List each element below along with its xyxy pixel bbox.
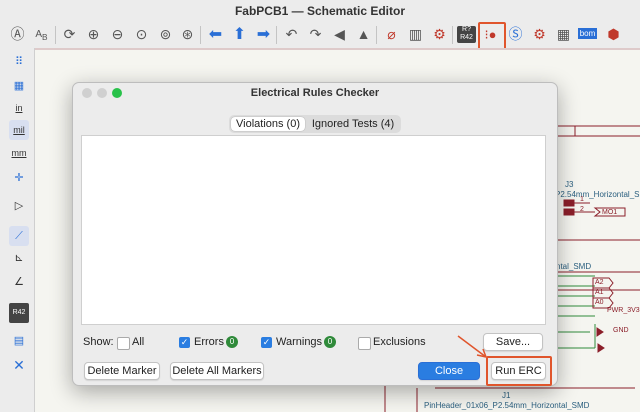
all-checkbox[interactable] — [117, 337, 130, 350]
power-label-3v3: PWR_3V3 — [607, 307, 640, 314]
arrow-up-icon[interactable]: ⬆ — [230, 25, 249, 44]
rotate-cw-icon[interactable]: ↷ — [306, 25, 325, 44]
highlight-net-icon[interactable]: Ⓐ — [8, 25, 27, 44]
violations-list[interactable] — [81, 135, 546, 325]
pin-2: 2 — [580, 206, 584, 213]
footprint-editor-icon[interactable]: ▦ — [554, 25, 573, 44]
annotation-arrow-to-run-erc — [457, 335, 487, 358]
errors-checkbox[interactable]: ✓ — [179, 337, 190, 348]
annotate-icon[interactable]: AB — [32, 25, 51, 44]
symbol-browser-icon[interactable]: ⚙ — [430, 25, 449, 44]
cursor-crosshair-icon[interactable]: ✛ — [9, 168, 29, 188]
wire-45-icon[interactable]: ∠ — [9, 272, 29, 292]
symbol-editor-icon[interactable]: ⌀ — [382, 25, 401, 44]
tools-icon[interactable]: ✕ — [9, 355, 29, 375]
warnings-label: Warnings — [276, 336, 323, 348]
bus-line-icon[interactable]: ⟋ — [9, 226, 29, 246]
save-button[interactable]: Save... — [483, 333, 543, 351]
left-toolbar: ⠿ ▦ in mil mm ✛ ▷ ⟋ ⊾ ∠ R42 ▤ ✕ — [0, 48, 35, 412]
dialog-title: Electrical Rules Checker — [250, 87, 380, 99]
exclusions-label: Exclusions — [373, 336, 426, 348]
ref-j1: J1 — [502, 391, 511, 400]
mil-units[interactable]: mil — [9, 120, 29, 140]
show-label: Show: — [83, 336, 114, 348]
run-erc-highlight — [486, 356, 552, 386]
inch-units[interactable]: in — [9, 98, 29, 118]
tab-ignored-tests[interactable]: Ignored Tests (4) — [309, 117, 397, 131]
annotate-tool-icon[interactable]: R42 — [9, 303, 29, 323]
refresh-icon[interactable]: ⟳ — [60, 25, 79, 44]
ref-j3: J3 — [565, 180, 574, 189]
delete-all-markers-button[interactable]: Delete All Markers — [170, 362, 264, 380]
mirror-vertical-icon[interactable]: ▲ — [354, 25, 373, 44]
grid-dots-icon[interactable]: ⠿ — [9, 52, 29, 72]
mm-units[interactable]: mm — [9, 143, 29, 163]
power-label-gnd: GND — [613, 327, 629, 334]
all-label: All — [132, 336, 145, 348]
pin-1: 1 — [580, 196, 584, 203]
pcb-editor-icon[interactable]: ⬢ — [604, 25, 623, 44]
hierarchy-navigator-icon[interactable]: ▤ — [9, 331, 29, 351]
annotate-schematic-icon[interactable]: R? R42 — [457, 26, 476, 43]
tab-bar: Violations (0) Ignored Tests (4) — [229, 115, 401, 133]
net-label-a0: A0 — [595, 299, 604, 306]
toolbar-separator — [376, 26, 377, 44]
top-toolbar: Ⓐ AB ⟳ ⊕ ⊖ ⊙ ⊚ ⊛ ⬅ ⬆ ➡ ↶ ↷ ◀ ▲ ⌀ ▥ ⚙ R? R… — [0, 22, 640, 49]
mirror-horizontal-icon[interactable]: ◀ — [330, 25, 349, 44]
footprint-j1: PinHeader_01x06_P2.54mm_Horizontal_SMD — [424, 401, 590, 410]
zoom-out-icon[interactable]: ⊖ — [108, 25, 127, 44]
zoom-selection-icon[interactable]: ⊛ — [178, 25, 197, 44]
tab-violations[interactable]: Violations (0) — [231, 117, 305, 131]
window-title: FabPCB1 — Schematic Editor — [0, 0, 640, 23]
zoom-in-icon[interactable]: ⊕ — [84, 25, 103, 44]
arrow-right-icon[interactable]: ➡ — [254, 25, 273, 44]
bom-icon[interactable]: bom — [578, 28, 597, 39]
wire-90-icon[interactable]: ⊾ — [9, 248, 29, 268]
symbol-library-icon[interactable]: ▥ — [406, 25, 425, 44]
footprint-j3: P2.54mm_Horizontal_S — [555, 190, 640, 199]
assign-footprints-icon[interactable]: ⚙ — [530, 25, 549, 44]
zoom-fit-icon[interactable]: ⊙ — [132, 25, 151, 44]
warnings-count-badge: 0 — [324, 336, 336, 348]
close-button[interactable]: Close — [418, 362, 480, 380]
errors-count-badge: 0 — [226, 336, 238, 348]
rotate-ccw-icon[interactable]: ↶ — [282, 25, 301, 44]
net-label-mo1: MO1 — [602, 209, 618, 216]
simulator-icon[interactable]: Ⓢ — [506, 25, 525, 44]
delete-marker-button[interactable]: Delete Marker — [84, 362, 160, 380]
net-label-a1: A1 — [595, 289, 604, 296]
toolbar-separator — [452, 26, 453, 44]
toolbar-separator — [200, 26, 201, 44]
errors-label: Errors — [194, 336, 224, 348]
warnings-checkbox[interactable]: ✓ — [261, 337, 272, 348]
arrow-left-icon[interactable]: ⬅ — [206, 25, 225, 44]
grid-icon[interactable]: ▦ — [9, 76, 29, 96]
pin-icon[interactable]: ▷ — [9, 196, 29, 216]
footprint-label: ntal_SMD — [556, 262, 592, 271]
exclusions-checkbox[interactable] — [358, 337, 371, 350]
toolbar-separator — [55, 26, 56, 44]
net-label-a2: A2 — [595, 279, 604, 286]
toolbar-separator — [276, 26, 277, 44]
zoom-objects-icon[interactable]: ⊚ — [156, 25, 175, 44]
